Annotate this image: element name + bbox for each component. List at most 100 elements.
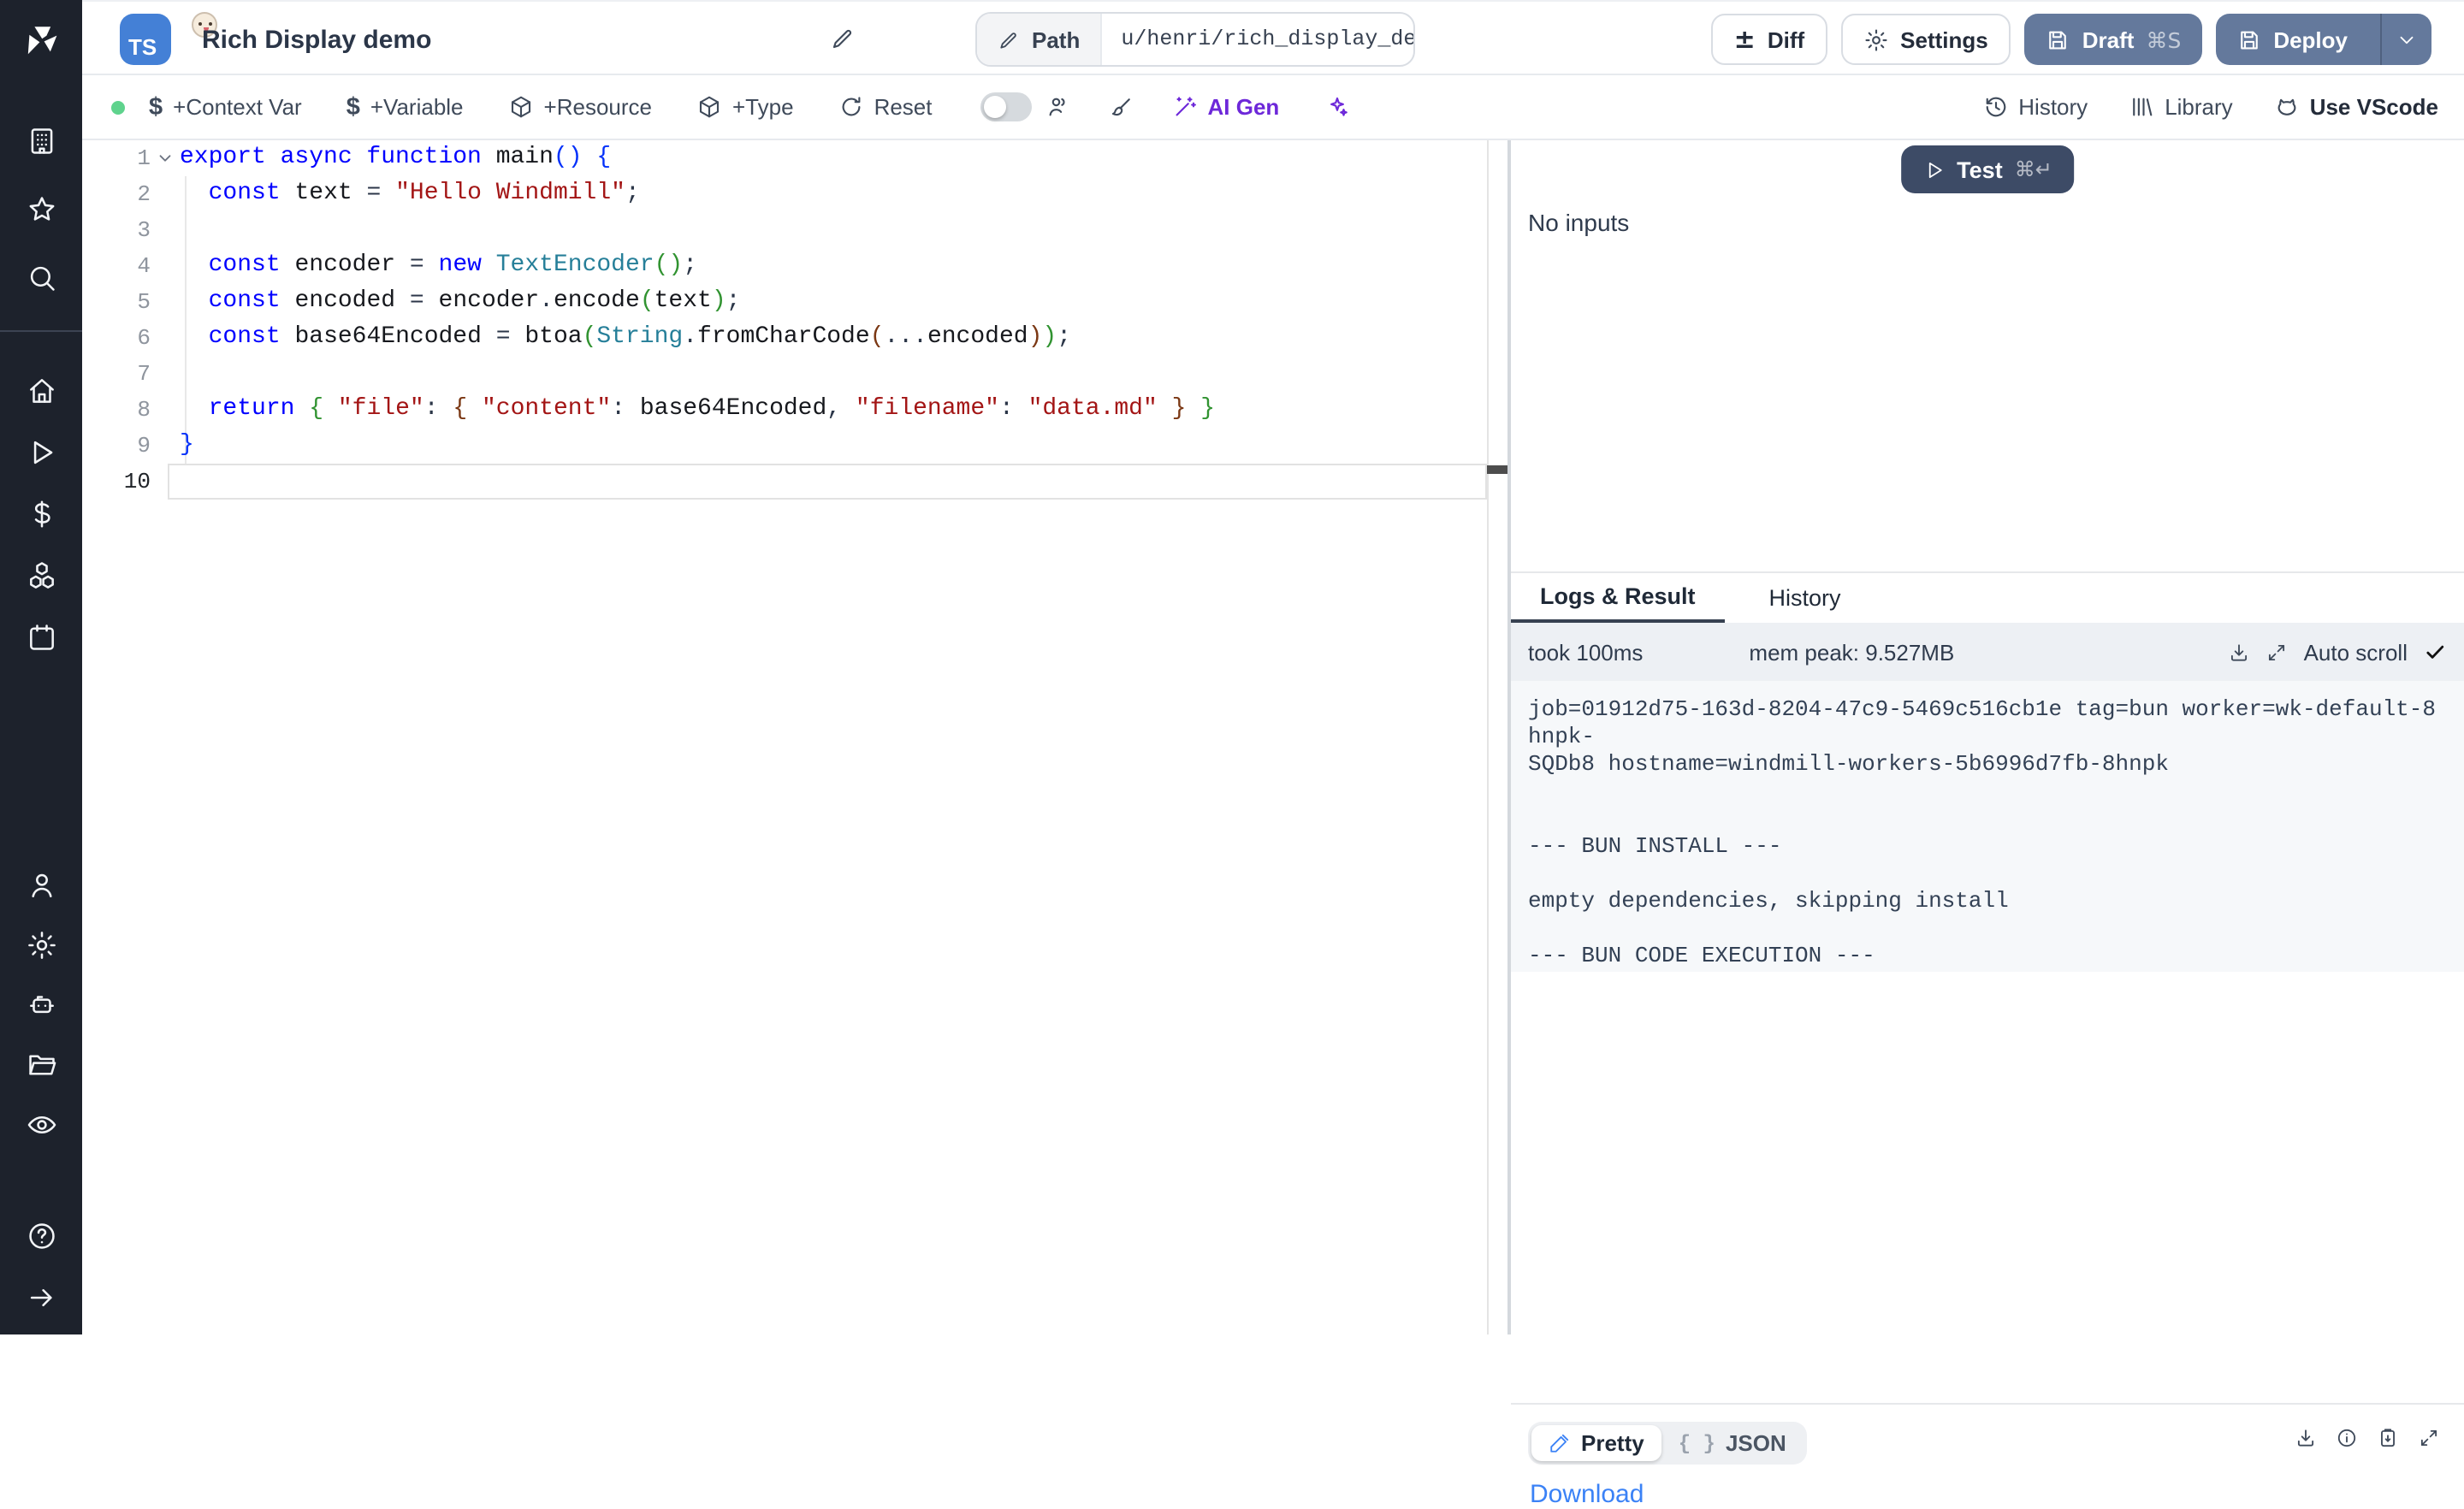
help-icon[interactable]	[0, 1204, 82, 1266]
line-number: 1	[82, 140, 151, 176]
log-text: job=01912d75-163d-8204-47c9-5469c516cb1e…	[1528, 696, 2447, 970]
check-icon[interactable]	[2423, 640, 2447, 664]
deploy-dropdown-button[interactable]	[2380, 14, 2431, 65]
diff-mode-toggle[interactable]	[980, 92, 1032, 121]
add-variable-button[interactable]: $ +Variable	[346, 93, 464, 121]
code-line-1[interactable]: 1 export async function main() {	[82, 140, 1507, 176]
reset-label: Reset	[874, 94, 933, 120]
edit-summary-pencil-icon[interactable]	[830, 26, 856, 51]
json-label: JSON	[1726, 1430, 1786, 1456]
add-resource-label: +Resource	[544, 94, 652, 120]
sparkles-icon[interactable]	[1324, 94, 1349, 120]
tab-logs-result[interactable]: Logs & Result	[1511, 573, 1725, 623]
diff-button[interactable]: ± Diff	[1712, 14, 1827, 65]
arrow-right-icon[interactable]	[0, 1266, 82, 1328]
path-label-segment[interactable]: Path	[977, 14, 1102, 65]
path-field[interactable]: Path u/henri/rich_display_demo	[975, 12, 1415, 67]
sidebar-group-main	[0, 359, 82, 667]
code-text: const encoded = encoder.encode(text);	[180, 284, 1507, 320]
windmill-logo[interactable]	[0, 0, 82, 82]
test-button[interactable]: Test ⌘↵	[1900, 145, 2075, 193]
pencil-icon	[998, 28, 1020, 50]
result-format-switch: Pretty { } JSON	[1528, 1422, 1807, 1465]
tab-history[interactable]: History	[1745, 573, 1865, 623]
person-icon[interactable]	[0, 855, 82, 915]
code-text: export async function main() {	[180, 140, 1507, 176]
auto-scroll-label[interactable]: Auto scroll	[2304, 639, 2408, 665]
script-title: Rich Display demo	[202, 26, 431, 55]
library-button[interactable]: Library	[2129, 94, 2233, 120]
code-text: const text = "Hello Windmill";	[180, 176, 1507, 212]
typescript-badge-label: TS	[128, 34, 157, 60]
code-text: const base64Encoded = btoa(String.fromCh…	[180, 320, 1507, 356]
code-line-7[interactable]: 7	[82, 356, 1507, 392]
folder-icon[interactable]	[0, 1035, 82, 1095]
code-line-6[interactable]: 6 const base64Encoded = btoa(String.from…	[82, 320, 1507, 356]
vscode-icon	[2274, 94, 2300, 120]
home-icon[interactable]	[0, 359, 82, 421]
code-line-9[interactable]: 9}	[82, 428, 1507, 464]
settings-label: Settings	[1900, 27, 1988, 52]
json-tab[interactable]: { } JSON	[1661, 1425, 1804, 1461]
add-resource-button[interactable]: +Resource	[508, 94, 652, 120]
add-type-button[interactable]: +Type	[696, 94, 794, 120]
box-icon	[508, 94, 534, 120]
chevron-down-icon	[2396, 28, 2418, 50]
line-number: 4	[82, 248, 151, 284]
pretty-tab[interactable]: Pretty	[1531, 1425, 1661, 1461]
code-line-2[interactable]: 2 const text = "Hello Windmill";	[82, 176, 1507, 212]
overview-ruler[interactable]	[1487, 140, 1507, 1334]
calendar-icon[interactable]	[0, 606, 82, 667]
code-line-3[interactable]: 3	[82, 212, 1507, 248]
robot-icon[interactable]	[0, 975, 82, 1035]
toolbar-right: History Library Use VScode	[1982, 94, 2438, 120]
deploy-main[interactable]: Deploy	[2215, 14, 2368, 65]
code-line-10[interactable]: 10	[82, 464, 1507, 500]
code-lines: 1 export async function main() {2 const t…	[82, 140, 1507, 500]
code-text: return { "file": { "content": base64Enco…	[180, 392, 1507, 428]
code-text: }	[180, 428, 1507, 464]
info-icon[interactable]	[2336, 1427, 2358, 1449]
star-icon[interactable]	[0, 175, 82, 243]
path-value[interactable]: u/henri/rich_display_demo	[1102, 14, 1415, 65]
code-line-8[interactable]: 8 return { "file": { "content": base64En…	[82, 392, 1507, 428]
code-line-5[interactable]: 5 const encoded = encoder.encode(text);	[82, 284, 1507, 320]
users-icon[interactable]	[1045, 94, 1071, 120]
search-icon[interactable]	[0, 243, 82, 311]
dollar-icon[interactable]	[0, 482, 82, 544]
typescript-badge: TS	[120, 14, 171, 65]
gear-icon[interactable]	[0, 915, 82, 975]
download-result-link[interactable]: Download	[1530, 1480, 1644, 1509]
sidebar	[0, 0, 82, 1334]
add-type-label: +Type	[732, 94, 794, 120]
play-icon[interactable]	[0, 421, 82, 482]
deploy-button[interactable]: Deploy	[2215, 14, 2431, 65]
eye-icon[interactable]	[0, 1095, 82, 1155]
expand-logs-icon[interactable]	[2266, 641, 2289, 663]
use-vscode-button[interactable]: Use VScode	[2274, 94, 2438, 120]
history-button[interactable]: History	[1982, 94, 2088, 120]
refresh-icon	[838, 94, 864, 120]
sidebar-group-secondary	[0, 855, 82, 1155]
building-icon[interactable]	[0, 106, 82, 175]
draft-shortcut: ⌘S	[2146, 27, 2181, 52]
download-result-icon[interactable]	[2295, 1427, 2317, 1449]
ai-gen-button[interactable]: AI Gen	[1172, 94, 1280, 120]
reset-button[interactable]: Reset	[838, 94, 933, 120]
download-logs-icon[interactable]	[2229, 641, 2251, 663]
expand-result-icon[interactable]	[2418, 1427, 2440, 1449]
format-brush-icon[interactable]	[1109, 94, 1134, 120]
draft-button[interactable]: Draft ⌘S	[2024, 14, 2202, 65]
code-line-4[interactable]: 4 const encoder = new TextEncoder();	[82, 248, 1507, 284]
fold-chevron-icon[interactable]	[151, 149, 180, 168]
copy-clipboard-icon[interactable]	[2377, 1427, 2399, 1449]
diff-icon: ±	[1734, 27, 1756, 52]
cubes-icon[interactable]	[0, 544, 82, 606]
save-icon	[2236, 27, 2261, 52]
code-editor[interactable]: 1 export async function main() {2 const t…	[82, 140, 1507, 1334]
code-text: const encoder = new TextEncoder();	[180, 248, 1507, 284]
pen-icon	[1549, 1432, 1571, 1454]
line-number: 9	[82, 428, 151, 464]
settings-button[interactable]: Settings	[1840, 14, 2011, 65]
add-context-var-button[interactable]: $ +Context Var	[149, 93, 302, 121]
